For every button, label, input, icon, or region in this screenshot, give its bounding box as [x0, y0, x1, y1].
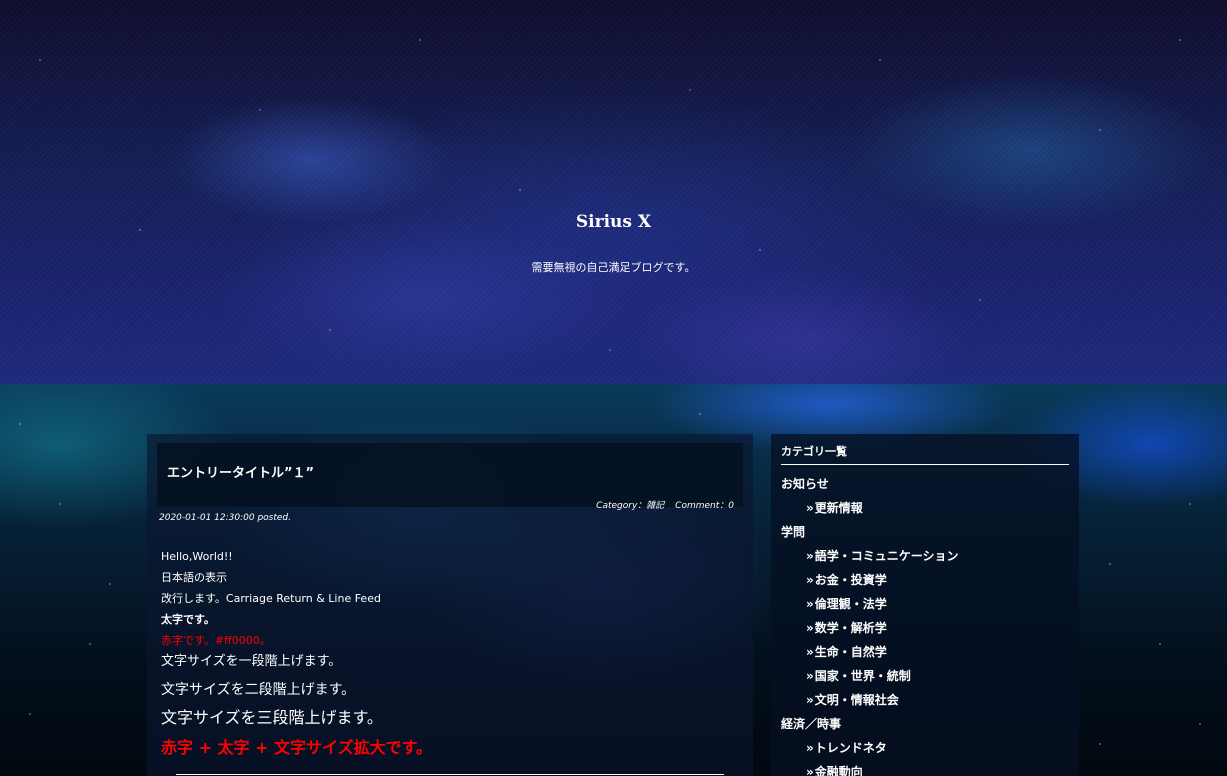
entry-category-link[interactable]: Category：雑記 [596, 501, 664, 511]
body-line-red: 赤字です。#ff0000。 [161, 634, 271, 647]
body-line-bold: 太字です。 [161, 613, 215, 626]
body-line-hello: Hello,World!! [161, 550, 233, 563]
category-sidebar: カテゴリ一覧 お知らせ »更新情報 学問 »語学・コミュニケーション »お金・投… [771, 434, 1079, 776]
header-starfield [0, 0, 1227, 384]
category-label: 生命・自然学 [814, 645, 887, 659]
entry-header: エントリータイトル”１” Category：雑記 Comment：0 [157, 443, 743, 511]
category-item-math[interactable]: »数学・解析学 [781, 620, 1071, 644]
entry-body: Hello,World!! 日本語の表示 改行します。Carriage Retu… [161, 548, 731, 761]
chevron-right-icon: » [806, 645, 814, 659]
body-line-size-up-1: 文字サイズを一段階上げます。 [161, 654, 342, 669]
chevron-right-icon: » [806, 669, 814, 683]
category-item-trends[interactable]: »トレンドネタ [781, 740, 1071, 764]
chevron-right-icon: » [806, 597, 814, 611]
category-item-language[interactable]: »語学・コミュニケーション [781, 548, 1071, 572]
category-item-ethics-law[interactable]: »倫理観・法学 [781, 596, 1071, 620]
category-label: 文明・情報社会 [814, 693, 899, 707]
body-line-japanese: 日本語の表示 [161, 571, 227, 584]
category-label: 語学・コミュニケーション [814, 549, 959, 563]
site-title[interactable]: Sirius X [0, 212, 1227, 232]
category-item-civilization[interactable]: »文明・情報社会 [781, 692, 1071, 716]
category-item-economy[interactable]: 経済／時事 [781, 716, 1071, 740]
chevron-right-icon: » [806, 549, 814, 563]
category-item-studies[interactable]: 学問 [781, 524, 1071, 548]
category-item-finance[interactable]: »金融動向 [781, 764, 1071, 776]
category-list-title: カテゴリ一覧 [781, 443, 1069, 465]
category-label: 経済／時事 [781, 717, 842, 731]
blog-page: Sirius X 需要無視の自己満足ブログです。 エントリータイトル”１” Ca… [0, 0, 1227, 776]
site-description: 需要無視の自己満足ブログです。 [531, 261, 696, 274]
entry-meta: Category：雑記 Comment：0 [588, 498, 734, 511]
category-label: 学問 [781, 525, 806, 539]
category-list: お知らせ »更新情報 学問 »語学・コミュニケーション »お金・投資学 »倫理観… [781, 476, 1071, 776]
category-item-life-science[interactable]: »生命・自然学 [781, 644, 1071, 668]
body-line-size-up-3: 文字サイズを三段階上げます。 [161, 708, 383, 727]
site-header: Sirius X 需要無視の自己満足ブログです。 [0, 0, 1227, 384]
entry-column: エントリータイトル”１” Category：雑記 Comment：0 2020-… [147, 434, 753, 776]
category-label: 国家・世界・統制 [814, 669, 911, 683]
category-label: 数学・解析学 [814, 621, 887, 635]
category-label: お知らせ [781, 477, 829, 491]
category-label: 金融動向 [814, 765, 863, 776]
entry-posted-date: 2020-01-01 12:30:00 posted. [159, 513, 291, 523]
category-item-money[interactable]: »お金・投資学 [781, 572, 1071, 596]
category-item-news[interactable]: お知らせ [781, 476, 1071, 500]
entry-title[interactable]: エントリータイトル”１” [167, 462, 314, 481]
chevron-right-icon: » [806, 693, 814, 707]
chevron-right-icon: » [806, 621, 814, 635]
category-label: トレンドネタ [814, 741, 887, 755]
category-label: 倫理観・法学 [814, 597, 887, 611]
chevron-right-icon: » [806, 501, 814, 515]
body-line-crlf: 改行します。Carriage Return & Line Feed [161, 592, 381, 605]
body-line-size-up-2: 文字サイズを二段階上げます。 [161, 682, 356, 698]
body-line-red-bold-large: 赤字 + 太字 + 文字サイズ拡大です。 [161, 738, 433, 757]
entry-divider [176, 774, 724, 775]
category-item-nation-world[interactable]: »国家・世界・統制 [781, 668, 1071, 692]
chevron-right-icon: » [806, 765, 814, 776]
category-label: 更新情報 [814, 501, 863, 515]
category-label: お金・投資学 [814, 573, 887, 587]
chevron-right-icon: » [806, 741, 814, 755]
category-item-updates[interactable]: »更新情報 [781, 500, 1071, 524]
entry-comment-link[interactable]: Comment：0 [675, 501, 734, 511]
chevron-right-icon: » [806, 573, 814, 587]
